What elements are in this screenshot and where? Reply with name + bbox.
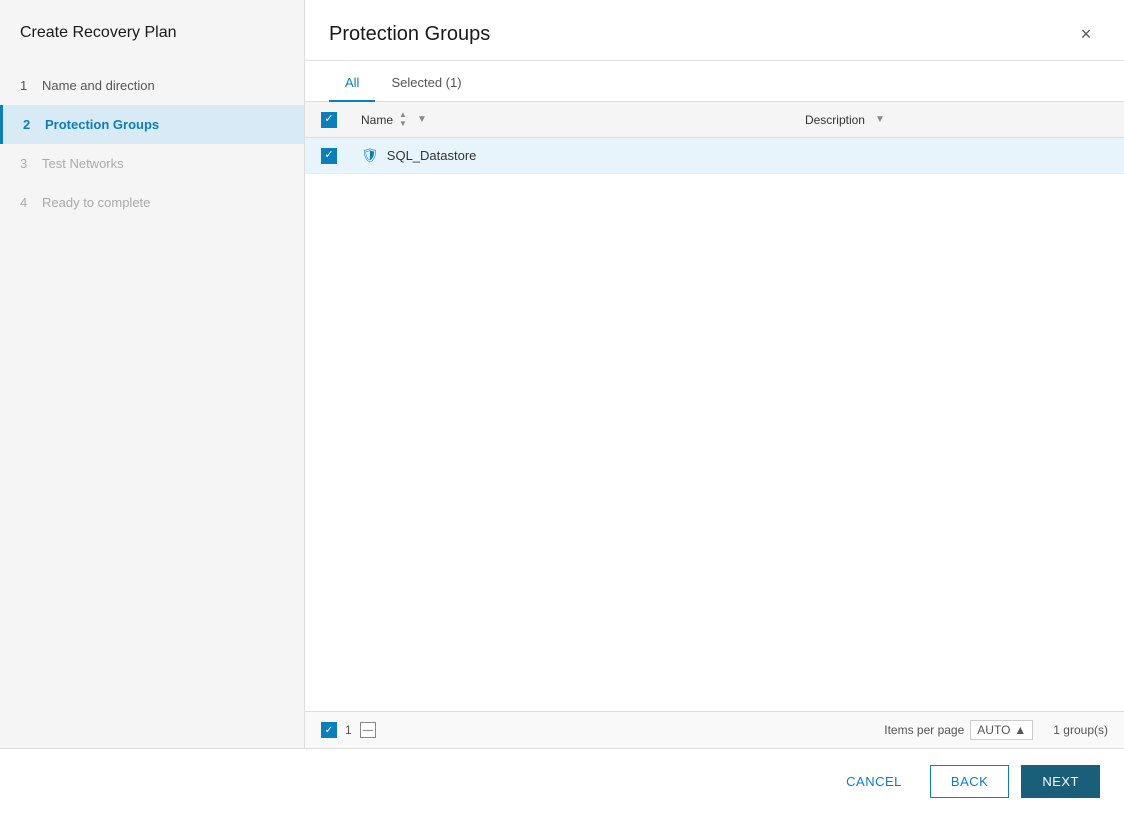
tab-selected-label: Selected (1)	[391, 75, 461, 90]
tab-all[interactable]: All	[329, 65, 375, 102]
step-3-number: 3	[20, 156, 34, 171]
create-recovery-plan-dialog: Create Recovery Plan 1 Name and directio…	[0, 0, 1124, 814]
step-3-label: Test Networks	[42, 156, 124, 171]
items-per-page-control: Items per page AUTO ▲	[884, 720, 1033, 740]
table-header-row: ✓ Name ▲ ▼ ▼	[305, 102, 1124, 138]
footer-deselect-button[interactable]: —	[360, 722, 376, 738]
col-name-label: Name	[361, 113, 393, 127]
dialog-title: Create Recovery Plan	[0, 24, 304, 66]
step-1-label: Name and direction	[42, 78, 155, 93]
wizard-step-3[interactable]: 3 Test Networks	[0, 144, 304, 183]
step-2-number: 2	[23, 117, 37, 132]
col-description-label: Description	[805, 113, 865, 127]
tab-all-label: All	[345, 75, 359, 90]
step-1-number: 1	[20, 78, 34, 93]
main-panel: Protection Groups × All Selected (1)	[305, 0, 1124, 748]
wizard-step-2[interactable]: 2 Protection Groups	[0, 105, 304, 144]
name-filter-icon[interactable]: ▼	[417, 114, 427, 125]
groups-count-label: 1 group(s)	[1053, 723, 1108, 737]
wizard-sidebar: Create Recovery Plan 1 Name and directio…	[0, 0, 305, 748]
sort-desc-icon: ▼	[399, 120, 407, 128]
row-name-value: SQL_Datastore	[387, 148, 477, 163]
col-name-header: Name ▲ ▼ ▼	[349, 102, 793, 138]
items-per-page-label: Items per page	[884, 723, 964, 737]
per-page-value: AUTO	[977, 723, 1010, 737]
tab-selected[interactable]: Selected (1)	[375, 65, 477, 102]
table-footer: ✓ 1 — Items per page AUTO ▲ 1 group(s)	[305, 711, 1124, 748]
sort-asc-icon: ▲	[399, 111, 407, 119]
description-filter-icon[interactable]: ▼	[875, 114, 885, 125]
per-page-chevron-icon: ▲	[1014, 723, 1026, 737]
step-4-number: 4	[20, 195, 34, 210]
per-page-selector[interactable]: AUTO ▲	[970, 720, 1033, 740]
close-button[interactable]: ×	[1072, 20, 1100, 48]
col-description-header: Description ▼	[793, 102, 1124, 138]
row-name-cell: 🛡 SQL_Datastore	[349, 138, 793, 174]
step-2-label: Protection Groups	[45, 117, 159, 132]
cancel-button[interactable]: CANCEL	[830, 766, 918, 797]
wizard-step-1[interactable]: 1 Name and direction	[0, 66, 304, 105]
protection-groups-table: ✓ Name ▲ ▼ ▼	[305, 102, 1124, 174]
row-checkbox[interactable]: ✓	[321, 148, 337, 164]
back-button[interactable]: BACK	[930, 765, 1009, 798]
step-4-label: Ready to complete	[42, 195, 150, 210]
tabs-bar: All Selected (1)	[305, 65, 1124, 102]
select-all-checkbox[interactable]: ✓	[321, 112, 337, 128]
row-checkbox-cell: ✓	[305, 138, 349, 174]
wizard-step-4[interactable]: 4 Ready to complete	[0, 183, 304, 222]
col-checkbox: ✓	[305, 102, 349, 138]
table-row[interactable]: ✓ 🛡 SQL_Datastore	[305, 138, 1124, 174]
row-description-cell	[793, 138, 1124, 174]
footer-selected-count: 1	[345, 723, 352, 737]
panel-header: Protection Groups ×	[305, 0, 1124, 61]
protection-group-icon: 🛡	[361, 147, 379, 164]
table-container: ✓ Name ▲ ▼ ▼	[305, 102, 1124, 711]
footer-select-checkbox[interactable]: ✓	[321, 722, 337, 738]
dialog-footer: CANCEL BACK NEXT	[0, 748, 1124, 814]
next-button[interactable]: NEXT	[1021, 765, 1100, 798]
sort-icons[interactable]: ▲ ▼	[399, 111, 407, 128]
wizard-steps: 1 Name and direction 2 Protection Groups…	[0, 66, 304, 222]
panel-title: Protection Groups	[329, 23, 490, 46]
